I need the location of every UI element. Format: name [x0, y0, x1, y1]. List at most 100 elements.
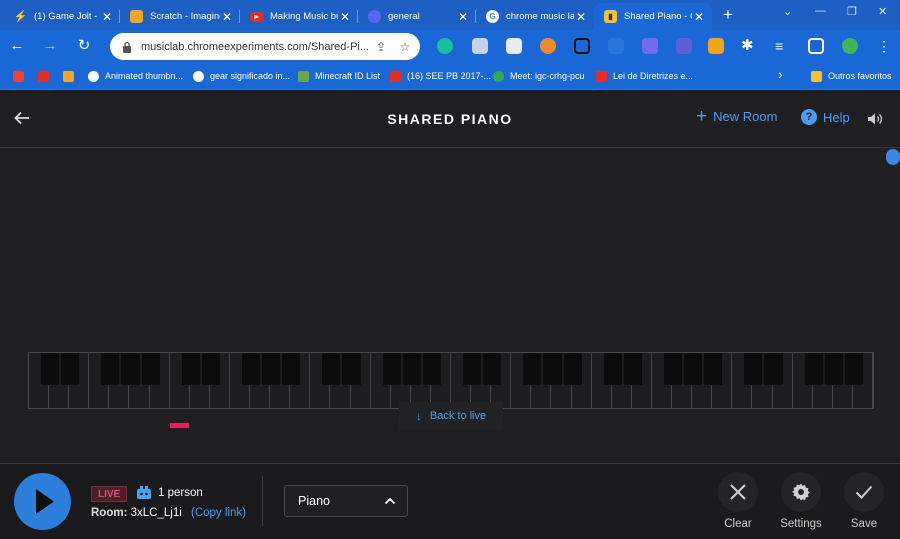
extension-icon[interactable]: [708, 38, 724, 54]
bookmark-item[interactable]: Minecraft ID List: [298, 69, 380, 83]
close-tab-icon[interactable]: ✕: [220, 10, 234, 24]
browser-tab[interactable]: G chrome music lab ✕: [476, 3, 594, 30]
black-key[interactable]: [181, 353, 200, 385]
black-key[interactable]: [844, 353, 863, 385]
browser-tab-active[interactable]: ▮ Shared Piano - C ✕: [594, 3, 712, 30]
bookmark-item[interactable]: [63, 69, 80, 83]
close-window-icon[interactable]: ✕: [878, 5, 887, 18]
black-key[interactable]: [342, 353, 361, 385]
clear-button[interactable]: Clear: [706, 472, 770, 530]
bookmark-item[interactable]: [38, 69, 55, 83]
black-key[interactable]: [764, 353, 783, 385]
bookmark-item[interactable]: Animated thumbn...: [88, 69, 183, 83]
grammarly-extension-icon[interactable]: [437, 38, 453, 54]
black-key[interactable]: [242, 353, 261, 385]
bookmarks-bar: Animated thumbn... gear significado in..…: [0, 62, 900, 90]
new-tab-button[interactable]: +: [720, 5, 736, 25]
extension-icon[interactable]: [608, 38, 624, 54]
black-key[interactable]: [262, 353, 281, 385]
close-tab-icon[interactable]: ✕: [456, 10, 470, 24]
piano-keyboard[interactable]: [28, 352, 874, 409]
black-key[interactable]: [322, 353, 341, 385]
black-key[interactable]: [523, 353, 542, 385]
save-button[interactable]: Save: [832, 472, 896, 530]
new-room-button[interactable]: + New Room: [696, 107, 777, 126]
black-key[interactable]: [121, 353, 140, 385]
settings-button[interactable]: Settings: [769, 472, 833, 530]
black-key[interactable]: [101, 353, 120, 385]
tab-title: Scratch - Imagine: [150, 11, 220, 22]
arrow-down-icon: ↓: [415, 408, 422, 423]
close-tab-icon[interactable]: ✕: [338, 10, 352, 24]
black-key[interactable]: [543, 353, 562, 385]
live-badge: LIVE: [91, 486, 128, 502]
tab-search-icon[interactable]: ⌄: [783, 5, 792, 18]
black-key[interactable]: [483, 353, 502, 385]
puzzle-extensions-icon[interactable]: ✱: [741, 38, 757, 54]
black-key[interactable]: [563, 353, 582, 385]
extension-icon[interactable]: [540, 38, 556, 54]
other-bookmarks-folder[interactable]: Outros favoritos: [811, 69, 892, 83]
media-control-icon[interactable]: ≡: [775, 38, 791, 54]
clear-label: Clear: [724, 518, 752, 530]
black-key[interactable]: [664, 353, 683, 385]
close-tab-icon[interactable]: ✕: [100, 10, 114, 24]
play-button[interactable]: [14, 473, 71, 530]
menu-kebab-icon[interactable]: ⋮: [874, 36, 894, 56]
more-bookmarks-chevron-icon[interactable]: ›: [778, 66, 783, 82]
help-button[interactable]: ? Help: [801, 109, 850, 125]
black-key[interactable]: [744, 353, 763, 385]
extension-icon[interactable]: [506, 38, 522, 54]
black-key[interactable]: [282, 353, 301, 385]
bookmark-item[interactable]: Lei de Diretrizes e...: [596, 69, 693, 83]
extension-icon[interactable]: [642, 38, 658, 54]
extension-icon[interactable]: [574, 38, 590, 54]
bookmark-item[interactable]: gear significado in...: [193, 69, 290, 83]
black-key[interactable]: [422, 353, 441, 385]
extension-icon[interactable]: [472, 38, 488, 54]
black-key[interactable]: [402, 353, 421, 385]
browser-tab[interactable]: ⚡ (1) Game Jolt - G ✕: [4, 3, 120, 30]
clear-x-icon: [718, 472, 758, 512]
help-label: Help: [823, 109, 850, 125]
black-key[interactable]: [41, 353, 60, 385]
black-key[interactable]: [824, 353, 843, 385]
reload-icon[interactable]: ↻: [74, 36, 94, 56]
black-key[interactable]: [141, 353, 160, 385]
black-key[interactable]: [623, 353, 642, 385]
black-key[interactable]: [201, 353, 220, 385]
instrument-select[interactable]: Piano: [284, 485, 408, 517]
minimize-icon[interactable]: —: [815, 5, 826, 17]
scrollbar-thumb[interactable]: [886, 149, 900, 165]
address-bar[interactable]: musiclab.chromeexperiments.com/Shared-Pi…: [110, 33, 420, 60]
bookmark-item[interactable]: (16) SEE PB 2017-...: [390, 69, 491, 83]
bookmark-item[interactable]: [13, 69, 30, 83]
share-icon[interactable]: ⇪: [372, 40, 390, 54]
black-key[interactable]: [704, 353, 723, 385]
extension-icon[interactable]: [676, 38, 692, 54]
side-panel-icon[interactable]: [808, 38, 824, 54]
browser-tab[interactable]: general ✕: [358, 3, 476, 30]
black-key[interactable]: [382, 353, 401, 385]
black-key[interactable]: [61, 353, 80, 385]
black-key[interactable]: [804, 353, 823, 385]
browser-tab[interactable]: ▸ Making Music bu ✕: [240, 3, 358, 30]
black-key[interactable]: [463, 353, 482, 385]
speaker-icon[interactable]: [866, 110, 884, 128]
back-to-live-button[interactable]: ↓ Back to live: [399, 402, 503, 429]
back-icon[interactable]: ←: [7, 36, 27, 56]
copy-link-button[interactable]: (Copy link): [191, 507, 246, 519]
forward-icon[interactable]: →: [40, 36, 60, 56]
bookmark-item[interactable]: Meet: igc-crhg-pcu: [493, 69, 585, 83]
browser-tab[interactable]: Scratch - Imagine ✕: [120, 3, 240, 30]
black-key[interactable]: [603, 353, 622, 385]
restore-icon[interactable]: ❐: [847, 5, 857, 18]
close-tab-icon[interactable]: ✕: [574, 10, 588, 24]
black-key[interactable]: [684, 353, 703, 385]
youtube-icon: [390, 70, 401, 82]
tab-title: Shared Piano - C: [624, 11, 692, 22]
close-tab-icon[interactable]: ✕: [692, 10, 706, 24]
url-text[interactable]: musiclab.chromeexperiments.com/Shared-Pi…: [141, 41, 372, 53]
bookmark-star-icon[interactable]: ☆: [396, 40, 414, 54]
profile-avatar[interactable]: [842, 38, 858, 54]
